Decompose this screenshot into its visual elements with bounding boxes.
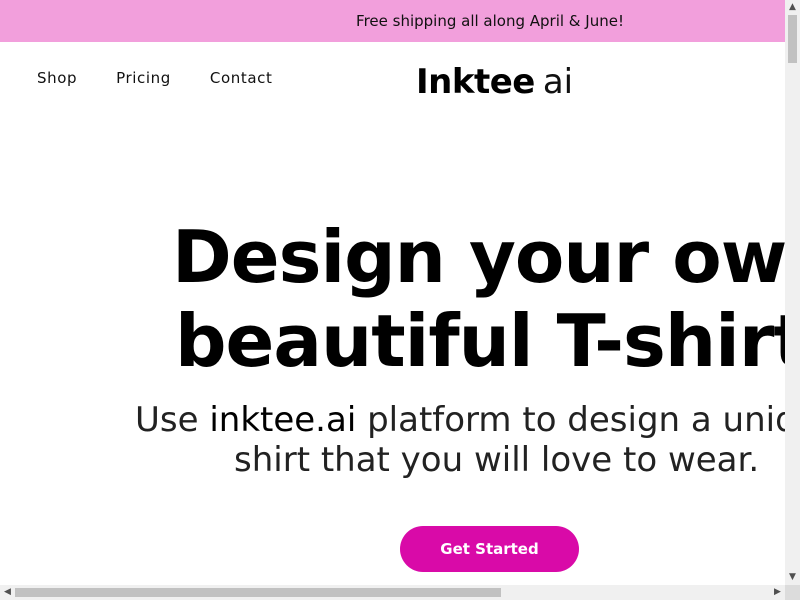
hero-subtext-line2: shirt that you will love to wear. <box>234 440 760 480</box>
promo-banner: Free shipping all along April & June! <box>0 0 785 42</box>
scroll-up-icon[interactable]: ▲ <box>785 0 800 15</box>
nav-link-pricing[interactable]: Pricing <box>116 69 171 87</box>
hero-headline-line2: beautiful T-shirt <box>175 299 785 383</box>
nav-link-contact[interactable]: Contact <box>210 69 273 87</box>
scrollbar-corner <box>785 585 800 600</box>
hero-headline-line1: Design your own <box>172 215 785 299</box>
logo-suffix: ai <box>542 62 574 102</box>
vertical-scroll-thumb[interactable] <box>788 15 797 63</box>
promo-banner-text: Free shipping all along April & June! <box>356 12 624 30</box>
hero-subtext-prefix: Use <box>135 400 210 440</box>
logo-wordmark: Inktee <box>416 62 535 102</box>
hero-subtext-brand: inktee.ai <box>209 400 357 440</box>
main-nav: Shop Pricing Contact <box>37 69 272 87</box>
scroll-right-icon[interactable]: ▶ <box>770 585 785 600</box>
horizontal-scroll-thumb[interactable] <box>15 588 501 597</box>
scroll-down-icon[interactable]: ▼ <box>785 570 800 585</box>
page-viewport: Free shipping all along April & June! Sh… <box>0 0 785 585</box>
hero-subtext: Use inktee.ai platform to design a uniqu… <box>135 400 785 480</box>
site-logo[interactable]: Inktee ai <box>416 60 573 104</box>
vertical-scrollbar[interactable]: ▲ ▼ <box>785 0 800 585</box>
horizontal-scrollbar[interactable]: ◀ ▶ <box>0 585 785 600</box>
nav-link-shop[interactable]: Shop <box>37 69 77 87</box>
hero-subtext-line1: Use inktee.ai platform to design a uniqu… <box>135 400 785 440</box>
hero-subtext-rest: platform to design a unique T- <box>367 400 785 440</box>
scroll-left-icon[interactable]: ◀ <box>0 585 15 600</box>
hero-headline: Design your own beautiful T-shirt <box>172 215 785 383</box>
get-started-button[interactable]: Get Started <box>400 526 579 572</box>
